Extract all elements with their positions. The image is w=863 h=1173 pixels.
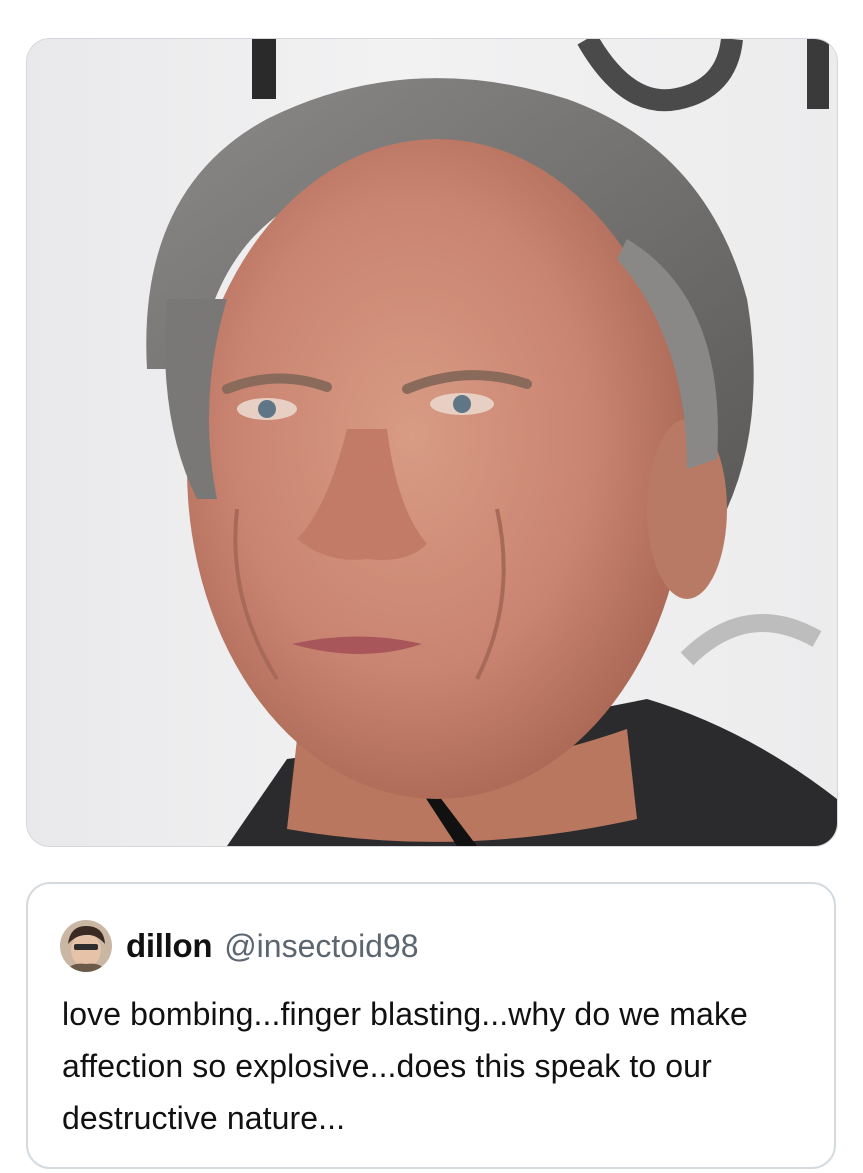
avatar-icon — [60, 920, 112, 972]
tweet-text: love bombing...finger blasting...why do … — [62, 996, 748, 1136]
media-photo[interactable] — [26, 38, 838, 847]
portrait-image — [146, 39, 837, 846]
display-name[interactable]: dillon — [126, 927, 212, 965]
quoted-tweet-header: dillon @insectoid98 — [60, 920, 419, 972]
quoted-tweet-card[interactable]: dillon @insectoid98 love bombing...finge… — [26, 882, 836, 1169]
user-avatar[interactable] — [60, 920, 112, 972]
tweet-page: dillon @insectoid98 love bombing...finge… — [0, 0, 863, 1173]
user-handle[interactable]: @insectoid98 — [224, 928, 418, 965]
